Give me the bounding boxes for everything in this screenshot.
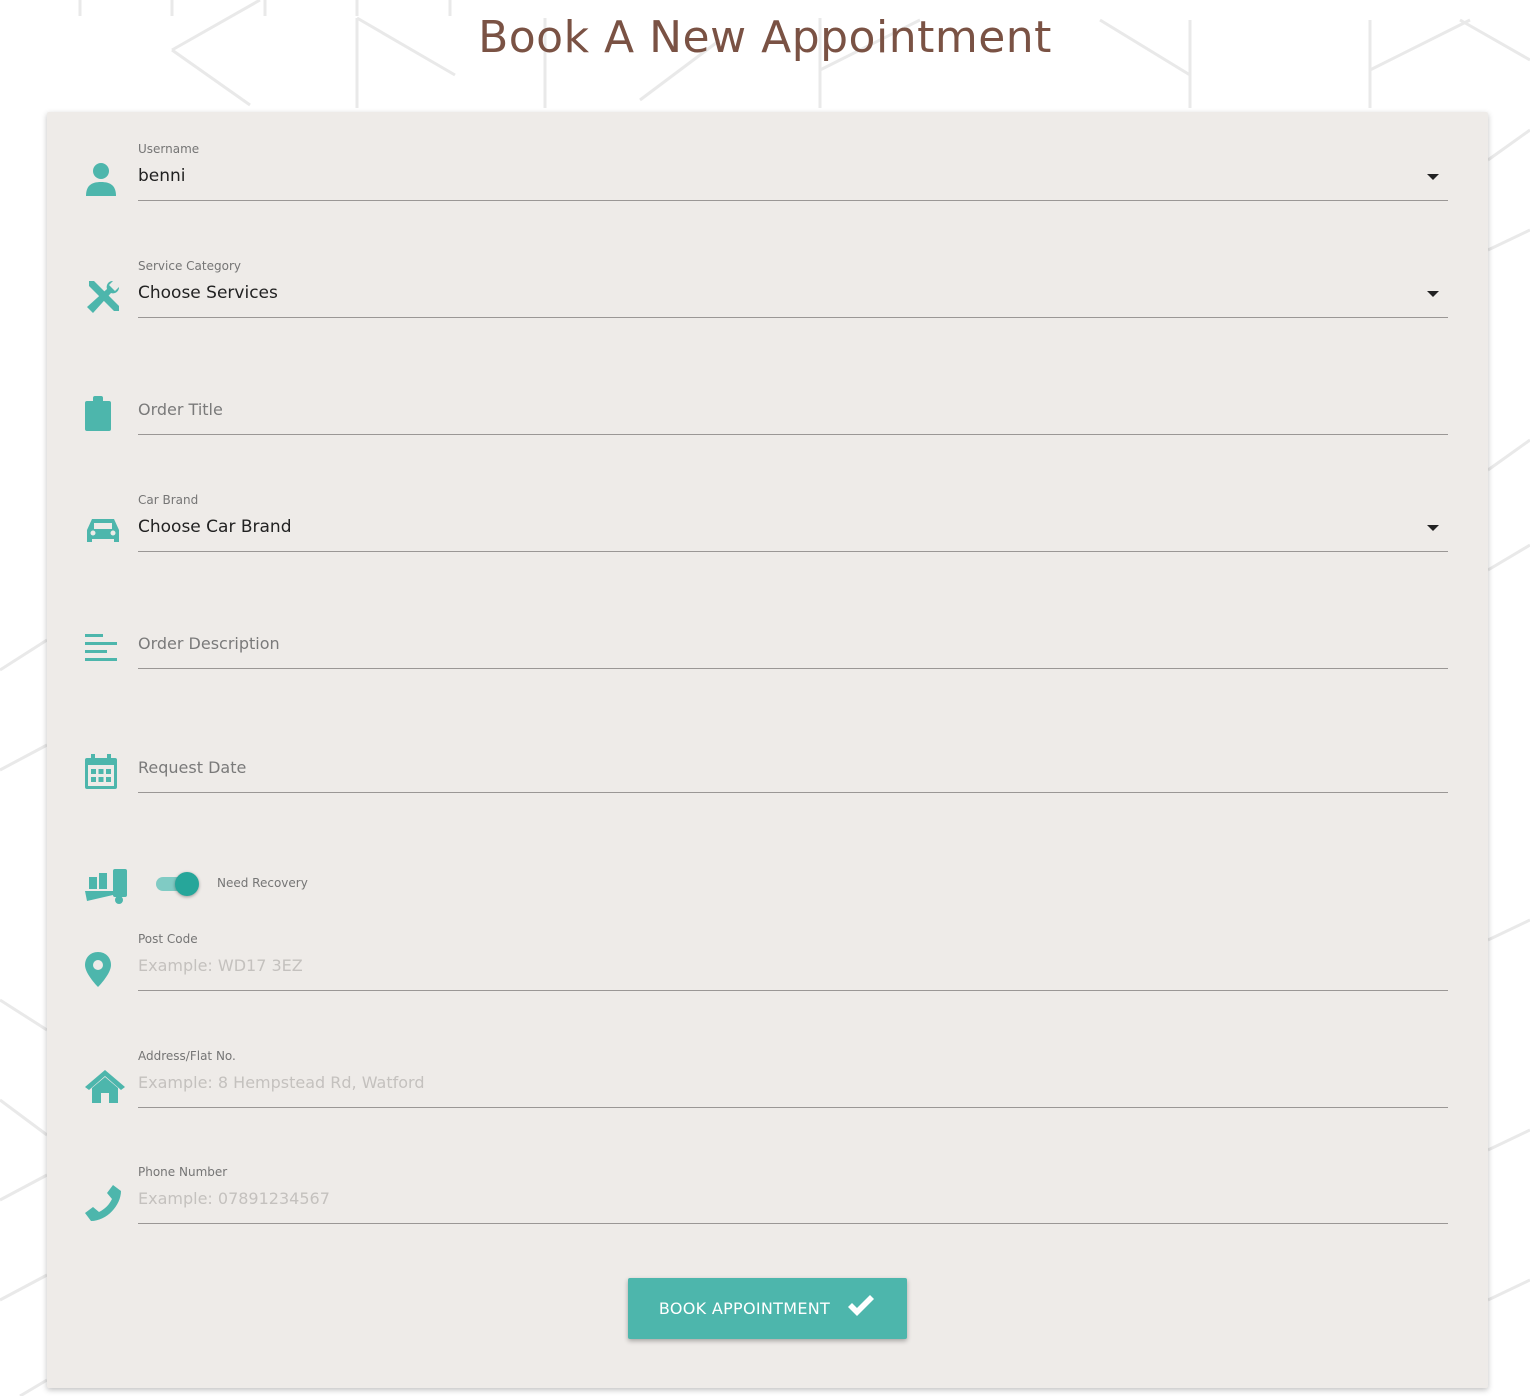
car-brand-label: Car Brand [138, 493, 199, 507]
request-date-label: Request Date [138, 758, 247, 777]
car-brand-underline [138, 551, 1448, 552]
order-title-field[interactable]: Order Title [47, 376, 1488, 436]
need-recovery-toggle[interactable]: Need Recovery [47, 867, 647, 917]
phone-number-input[interactable]: Example: 07891234567 [138, 1189, 330, 1208]
username-value[interactable]: benni [138, 166, 186, 186]
post-code-underline [138, 990, 1448, 991]
post-code-field[interactable]: Post Code Example: WD17 3EZ [47, 932, 1488, 992]
phone-number-label: Phone Number [138, 1165, 228, 1179]
username-label: Username [138, 142, 200, 156]
clipboard-icon [85, 394, 125, 434]
phone-icon [85, 1183, 125, 1223]
chevron-down-icon[interactable] [1427, 525, 1439, 531]
chevron-down-icon[interactable] [1427, 291, 1439, 297]
address-input[interactable]: Example: 8 Hempstead Rd, Watford [138, 1073, 424, 1092]
car-brand-select[interactable]: Car Brand Choose Car Brand [47, 493, 1488, 553]
book-appointment-button[interactable]: BOOK APPOINTMENT [628, 1278, 907, 1339]
book-appointment-label: BOOK APPOINTMENT [658, 1299, 831, 1318]
home-icon [85, 1067, 125, 1107]
request-date-underline [138, 792, 1448, 793]
address-field[interactable]: Address/Flat No. Example: 8 Hempstead Rd… [47, 1049, 1488, 1109]
post-code-label: Post Code [138, 932, 198, 946]
post-code-input[interactable]: Example: WD17 3EZ [138, 956, 303, 975]
person-icon [85, 160, 125, 200]
username-field[interactable]: Username benni [47, 142, 1488, 202]
location-pin-icon [85, 950, 125, 990]
checkmark-icon [846, 1294, 876, 1323]
phone-number-underline [138, 1223, 1448, 1224]
service-category-select[interactable]: Service Category Choose Services [47, 259, 1488, 319]
service-category-label: Service Category [138, 259, 241, 273]
service-category-underline [138, 317, 1448, 318]
appointment-form-card: Username benni Service Category Choose S… [47, 112, 1488, 1388]
car-brand-value[interactable]: Choose Car Brand [138, 517, 291, 537]
need-recovery-label: Need Recovery [217, 876, 308, 890]
address-underline [138, 1107, 1448, 1108]
tow-truck-icon [85, 869, 129, 911]
toggle-knob[interactable] [175, 872, 199, 896]
request-date-field[interactable]: Request Date [47, 734, 1488, 794]
car-icon [85, 511, 125, 551]
page-title: Book A New Appointment [478, 12, 1052, 63]
chevron-down-icon[interactable] [1427, 174, 1439, 180]
order-title-underline [138, 434, 1448, 435]
phone-number-field[interactable]: Phone Number Example: 07891234567 [47, 1165, 1488, 1225]
order-description-underline [138, 668, 1448, 669]
text-align-left-icon [85, 628, 125, 668]
order-title-label: Order Title [138, 400, 223, 419]
tools-icon [85, 277, 125, 317]
order-description-field[interactable]: Order Description [47, 610, 1488, 670]
address-label: Address/Flat No. [138, 1049, 236, 1063]
username-underline [138, 200, 1448, 201]
order-description-label: Order Description [138, 634, 280, 653]
service-category-value[interactable]: Choose Services [138, 283, 278, 303]
calendar-icon [85, 752, 125, 792]
